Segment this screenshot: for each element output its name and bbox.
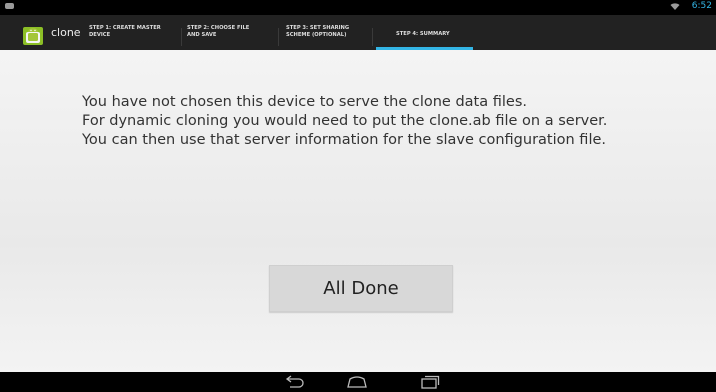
tab-label-line1: STEP 4: SUMMARY: [396, 31, 450, 37]
tab-step-4[interactable]: STEP 4: SUMMARY: [376, 15, 473, 50]
tab-step-2[interactable]: STEP 2: CHOOSE FILE AND SAVE: [187, 25, 267, 50]
tab-label-line2: AND SAVE: [187, 31, 217, 38]
tab-step-1[interactable]: STEP 1: CREATE MASTER DEVICE: [89, 25, 179, 50]
tab-divider: [372, 28, 373, 46]
status-clock: 6:52: [691, 1, 712, 11]
tab-divider: [181, 28, 182, 46]
status-bar: 6:52: [0, 0, 716, 15]
summary-content: You have not chosen this device to serve…: [0, 50, 716, 372]
wifi-icon: [670, 3, 680, 10]
tab-step-3[interactable]: STEP 3: SET SHARING SCHEME (OPTIONAL): [286, 25, 366, 50]
recent-apps-icon[interactable]: [418, 375, 442, 389]
message-line: You can then use that server information…: [82, 132, 607, 148]
tab-label-line2: SCHEME (OPTIONAL): [286, 31, 347, 38]
action-bar: clone STEP 1: CREATE MASTER DEVICE STEP …: [0, 15, 716, 50]
all-done-button[interactable]: All Done: [269, 265, 453, 312]
message-line: You have not chosen this device to serve…: [82, 94, 527, 110]
app-title: clone: [51, 26, 81, 39]
summary-message: You have not chosen this device to serve…: [82, 93, 607, 150]
message-line: For dynamic cloning you would need to pu…: [82, 113, 608, 129]
home-icon[interactable]: [345, 375, 369, 389]
tab-label-line2: DEVICE: [89, 31, 111, 38]
android-app-icon[interactable]: [22, 23, 44, 45]
navigation-bar: [0, 372, 716, 392]
back-icon[interactable]: [283, 375, 307, 389]
tab-divider: [278, 28, 279, 46]
notification-icon: [5, 3, 14, 9]
